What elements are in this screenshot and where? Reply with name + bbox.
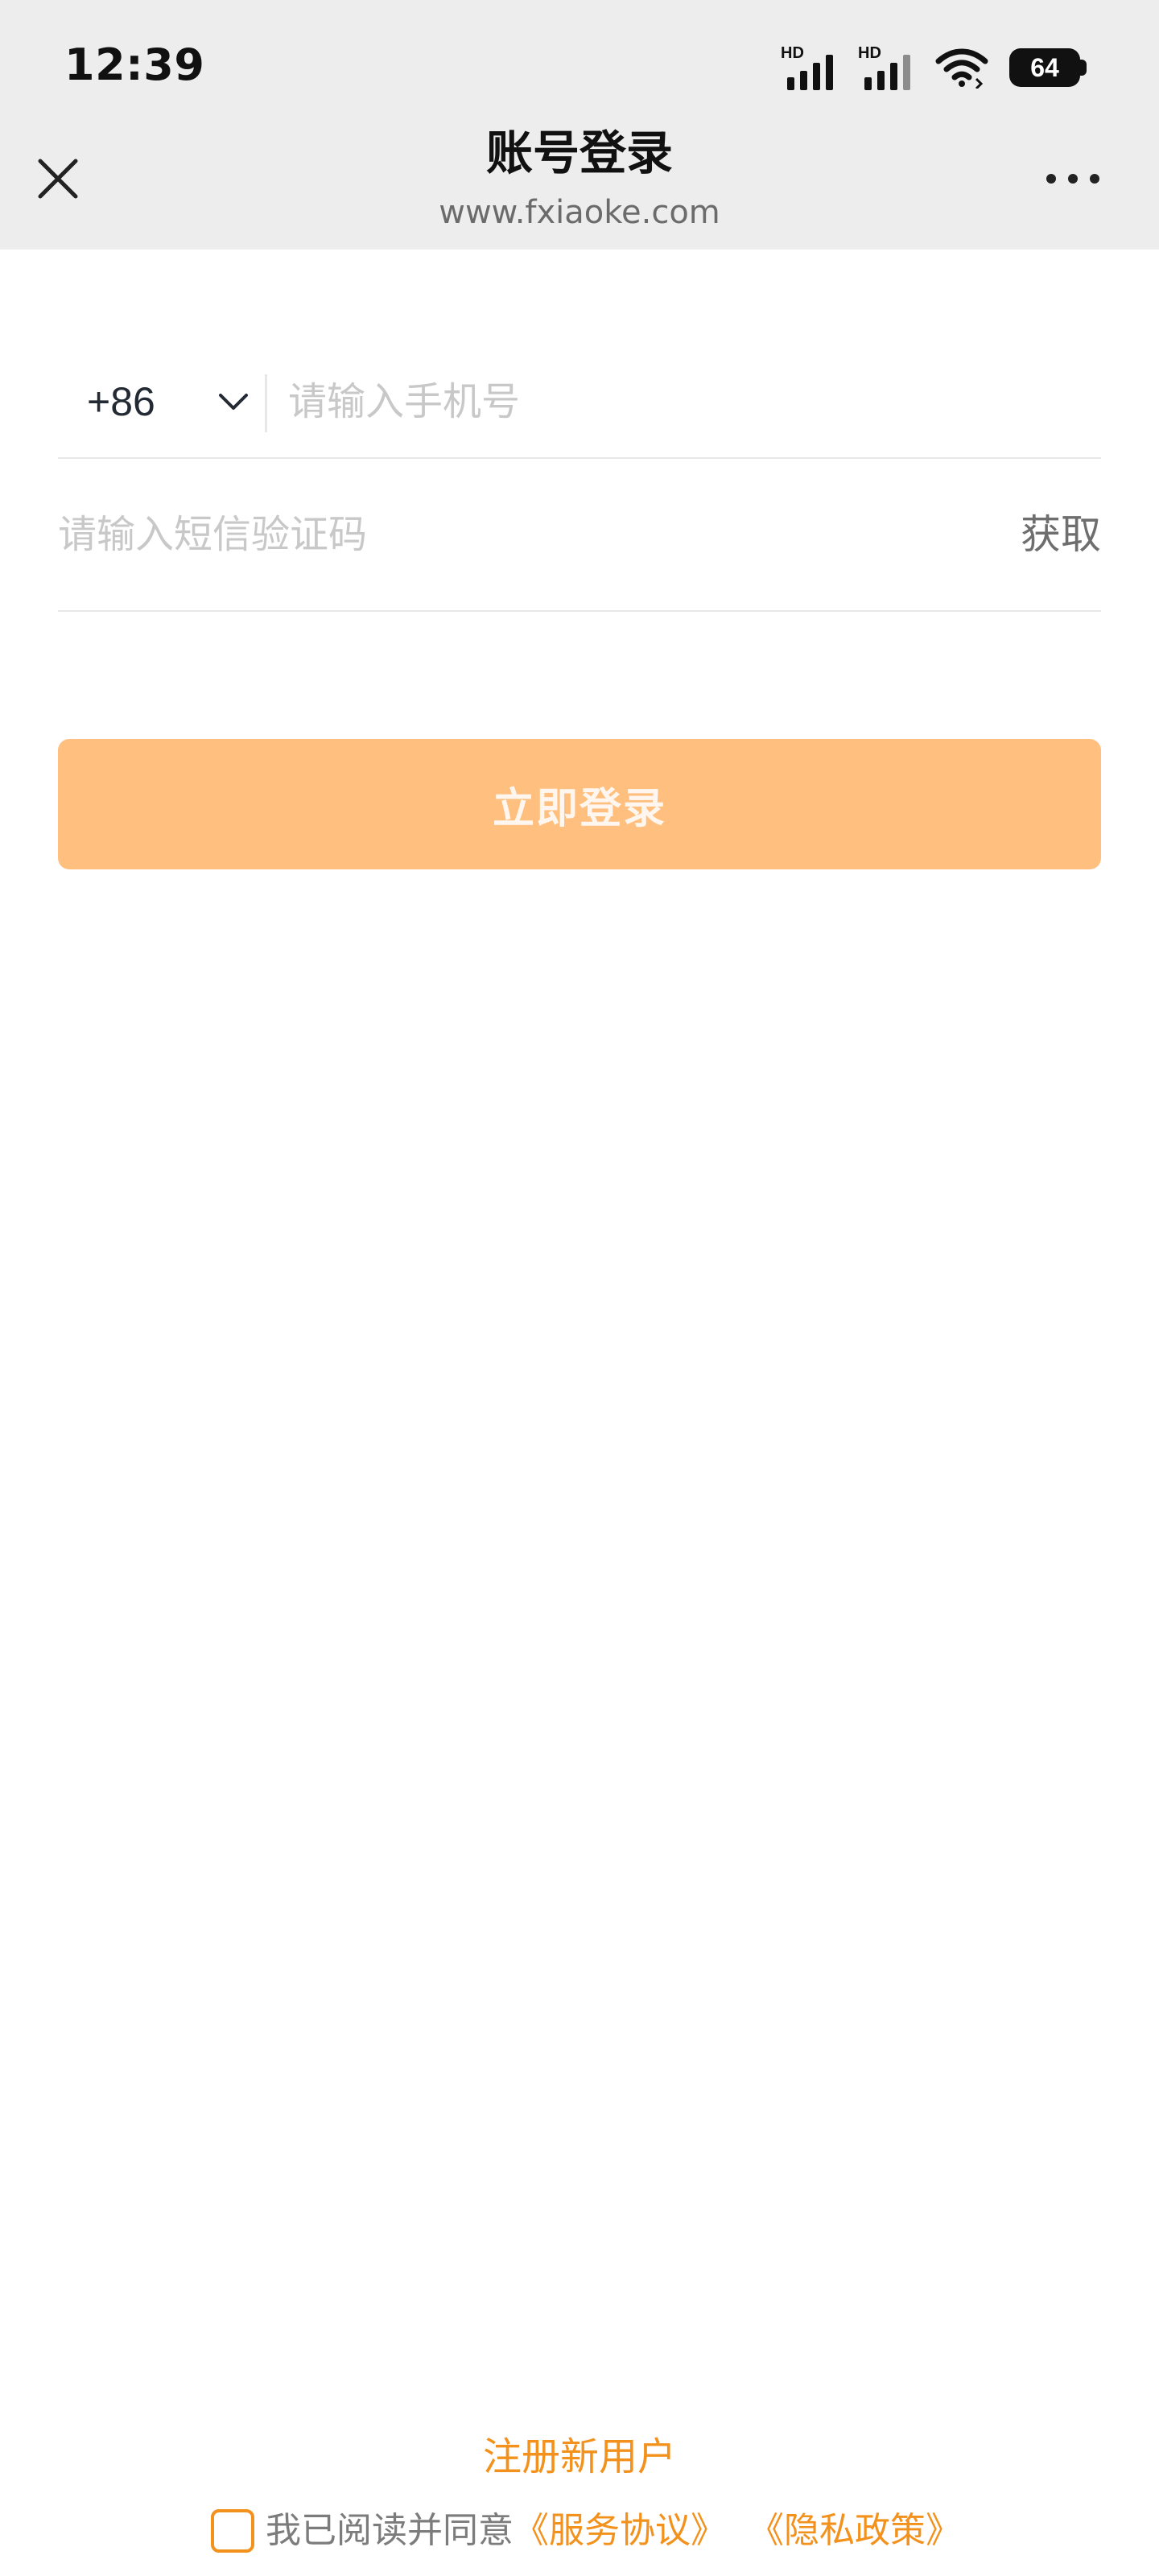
wifi-icon	[935, 48, 988, 89]
sms-code-row: 获取	[58, 459, 1101, 612]
country-code-selector[interactable]: +86	[58, 346, 267, 457]
signal-icon: HD	[858, 45, 914, 90]
page-url: www.fxiaoke.com	[439, 194, 720, 231]
app-header-area: 12:39 HD HD 64 账号登录 www.fxiaoke.com	[0, 0, 1159, 250]
login-button[interactable]: 立即登录	[58, 739, 1101, 869]
login-form: +86 获取 立即登录	[58, 346, 1101, 869]
agreement-row: 我已阅读并同意 《服务协议》 《隐私政策》	[211, 2505, 961, 2557]
signal-bars-icon	[787, 55, 833, 90]
country-code-value: +86	[87, 379, 155, 424]
page-title: 账号登录	[485, 126, 673, 180]
chevron-down-icon	[219, 394, 248, 410]
status-time: 12:39	[64, 39, 205, 90]
register-link[interactable]: 注册新用户	[0, 2431, 1159, 2483]
battery-icon: 64	[1009, 48, 1087, 87]
agreement-checkbox[interactable]	[211, 2509, 254, 2553]
status-icons: HD HD 64	[781, 43, 1087, 92]
signal-icon: HD	[781, 45, 837, 90]
sms-code-input[interactable]	[58, 459, 1013, 610]
signal-bars-icon	[864, 55, 910, 90]
get-code-button[interactable]: 获取	[1013, 510, 1101, 559]
country-code-divider	[265, 374, 267, 432]
login-page: 12:39 HD HD 64 账号登录 www.fxiaoke.com +86 …	[0, 0, 1159, 2576]
privacy-policy-link[interactable]: 《隐私政策》	[749, 2508, 961, 2553]
phone-input[interactable]	[267, 346, 1101, 457]
agreement-text: 我已阅读并同意	[266, 2510, 514, 2551]
more-icon	[1046, 174, 1099, 184]
service-agreement-link[interactable]: 《服务协议》	[514, 2508, 726, 2553]
battery-tip	[1080, 60, 1087, 76]
more-button[interactable]	[1037, 157, 1109, 200]
battery-level: 64	[1009, 48, 1080, 87]
phone-row: +86	[58, 346, 1101, 459]
